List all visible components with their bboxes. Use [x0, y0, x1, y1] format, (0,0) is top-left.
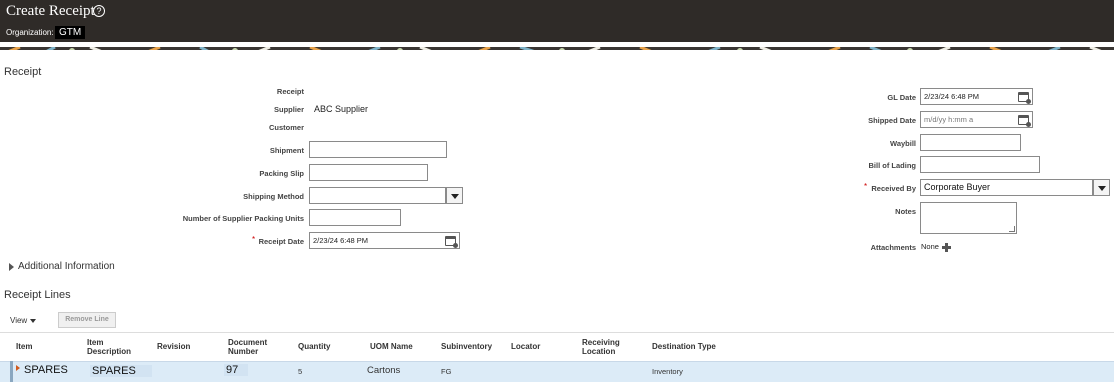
resize-grip-icon[interactable]	[1009, 226, 1015, 232]
chevron-down-icon[interactable]	[446, 187, 463, 204]
column-header-subinventory[interactable]: Subinventory	[441, 342, 492, 351]
shipping-method-label: Shipping Method	[243, 192, 304, 201]
shipment-field[interactable]	[309, 141, 447, 158]
receipt-section-title: Receipt	[4, 66, 42, 78]
bill-of-lading-label: Bill of Lading	[868, 161, 917, 170]
supplier-value: ABC Supplier	[314, 104, 369, 114]
receipt-date-field[interactable]: 2/23/24 6:48 PM	[309, 232, 460, 249]
receipt-label: Receipt	[276, 87, 304, 96]
chevron-down-icon	[30, 318, 37, 323]
cell-uom-name[interactable]: Cartons	[367, 365, 400, 376]
cell-item[interactable]: SPARES	[24, 364, 68, 376]
column-header-item[interactable]: Item	[16, 342, 32, 351]
notes-label: Notes	[895, 207, 916, 216]
supplier-packing-units-field[interactable]	[309, 209, 401, 226]
cell-item-description[interactable]: SPARES	[90, 365, 152, 377]
cell-quantity[interactable]: 5	[298, 367, 302, 376]
additional-information-toggle[interactable]: Additional Information	[18, 261, 115, 272]
waybill-field[interactable]	[920, 134, 1021, 151]
gl-date-label: GL Date	[887, 93, 916, 102]
page-title: Create Receipt	[6, 3, 95, 19]
triangle-right-icon[interactable]	[9, 263, 14, 271]
table-row[interactable]	[0, 361, 1114, 382]
organization-value[interactable]: GTM	[55, 26, 86, 39]
column-header-revision[interactable]: Revision	[157, 342, 190, 351]
attachments-value: None	[921, 242, 939, 251]
remove-line-button[interactable]: Remove Line	[58, 312, 116, 328]
shipping-method-select[interactable]	[309, 187, 446, 204]
column-header-uom-name[interactable]: UOM Name	[370, 342, 413, 351]
packing-slip-field[interactable]	[309, 164, 428, 181]
column-header-item-description[interactable]: Item Description	[87, 338, 137, 356]
shipped-date-label: Shipped Date	[868, 116, 916, 125]
customer-label: Customer	[268, 123, 304, 132]
packing-slip-label: Packing Slip	[259, 169, 304, 178]
cell-document-number[interactable]: 97	[224, 364, 248, 376]
attachments-label: Attachments	[870, 243, 916, 252]
supplier-packing-units-label: Number of Supplier Packing Units	[182, 214, 304, 223]
help-icon[interactable]: ?	[93, 5, 105, 17]
cell-subinventory[interactable]: FG	[441, 367, 451, 376]
row-selection-marker	[10, 361, 13, 382]
plus-icon[interactable]	[942, 243, 951, 252]
shipped-date-field[interactable]: m/d/yy h:mm a	[920, 111, 1033, 128]
supplier-label: Supplier	[273, 105, 304, 114]
column-header-destination-type[interactable]: Destination Type	[652, 342, 716, 351]
chevron-down-icon[interactable]	[1093, 179, 1110, 196]
column-header-locator[interactable]: Locator	[511, 342, 540, 351]
cell-destination-type: Inventory	[652, 367, 683, 376]
column-header-document-number[interactable]: Document Number	[228, 338, 278, 356]
received-by-label: Received By	[871, 184, 916, 193]
organization-label: Organization:	[6, 28, 54, 37]
calendar-icon[interactable]	[445, 236, 458, 248]
shipment-label: Shipment	[269, 146, 304, 155]
flag-icon	[16, 365, 20, 371]
page-header: Create Receipt ? Organization: GTM	[0, 0, 1114, 42]
bill-of-lading-field[interactable]	[920, 156, 1040, 173]
calendar-icon[interactable]	[1018, 92, 1031, 104]
table-divider	[0, 332, 1114, 333]
receipt-lines-title: Receipt Lines	[4, 289, 71, 301]
received-by-select[interactable]: Corporate Buyer	[920, 179, 1093, 196]
calendar-icon[interactable]	[1018, 115, 1031, 127]
column-header-receiving-location[interactable]: Receiving Location	[582, 338, 632, 356]
view-label: View	[10, 316, 28, 325]
view-menu-button[interactable]: View	[10, 316, 37, 325]
gl-date-field[interactable]: 2/23/24 6:48 PM	[920, 88, 1033, 105]
receipt-date-label: Receipt Date	[258, 237, 304, 246]
waybill-label: Waybill	[890, 139, 916, 148]
notes-textarea[interactable]	[920, 202, 1017, 234]
column-header-quantity[interactable]: Quantity	[298, 342, 330, 351]
decorative-banner	[0, 42, 1114, 50]
